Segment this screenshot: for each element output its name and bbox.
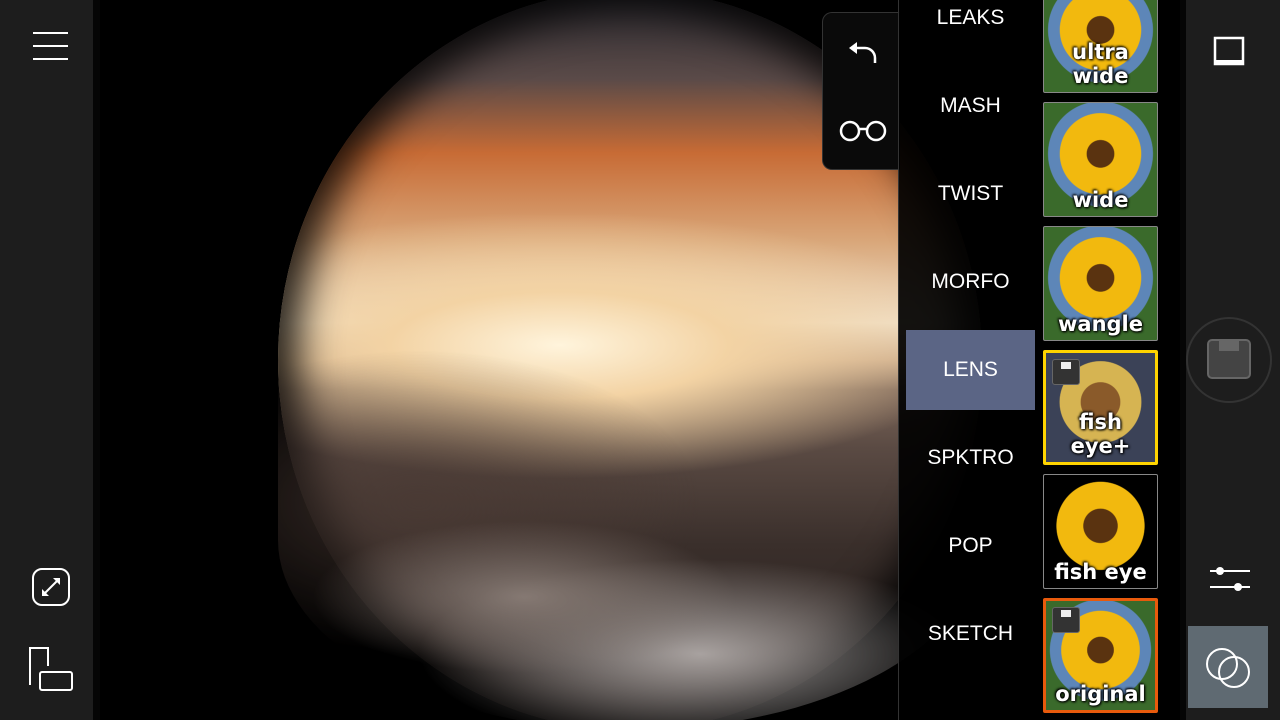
layout-icon[interactable] [27,645,75,693]
left-toolbar [0,0,100,720]
preset-label: original [1055,682,1146,706]
category-sketch[interactable]: SKETCH [906,594,1035,674]
preset-label: fish eye [1054,560,1147,584]
preset-wangle[interactable]: wangle [1043,226,1158,341]
category-morfo[interactable]: MORFO [906,242,1035,322]
undo-icon[interactable] [847,39,879,69]
category-leaks[interactable]: LEAKS [906,0,1035,58]
preset-label: fish eye+ [1070,410,1131,458]
blend-icon [1206,648,1250,688]
glasses-icon[interactable] [838,119,888,143]
category-spktro[interactable]: SPKTRO [906,418,1035,498]
preset-label: wangle [1058,312,1143,336]
fullscreen-icon[interactable] [31,567,71,607]
category-twist[interactable]: TWIST [906,154,1035,234]
tool-tabs [822,12,900,170]
preset-label: ultra wide [1072,40,1129,88]
category-pop[interactable]: POP [906,506,1035,586]
preset-ultra-wide[interactable]: ultra wide [1043,0,1158,93]
category-lens[interactable]: LENS [906,330,1035,410]
preset-label: wide [1072,188,1129,212]
save-button[interactable] [1186,316,1276,406]
category-list: LEAKS MASH TWIST MORFO LENS SPKTRO POP S… [898,0,1040,720]
frame-icon[interactable] [1213,36,1247,70]
preset-fish-eye-plus[interactable]: fish eye+ [1043,350,1158,465]
saved-icon [1052,607,1080,633]
preset-original[interactable]: original [1043,598,1158,713]
right-toolbar [1180,0,1280,720]
preset-fish-eye[interactable]: fish eye [1043,474,1158,589]
preset-wide[interactable]: wide [1043,102,1158,217]
saved-icon [1052,359,1080,385]
menu-icon[interactable] [32,30,70,62]
preset-list: ultra wide wide wangle fish eye+ fish ey… [1040,0,1180,720]
blend-button[interactable] [1188,626,1268,708]
sliders-icon[interactable] [1208,564,1252,594]
category-mash[interactable]: MASH [906,66,1035,146]
